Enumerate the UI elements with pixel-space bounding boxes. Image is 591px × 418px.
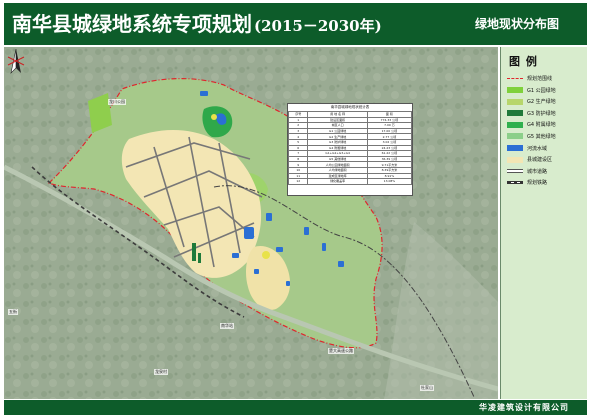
legend-label: 城市道路 [527, 168, 548, 175]
legend-item: G4 附属绿地 [507, 119, 585, 130]
legend-item: G5 其他绿地 [507, 131, 585, 142]
stats-table: 南华县城绿地现状统计表 序号 用 地 名 称 面 积 1 建设区面积 774.33 … [287, 103, 413, 196]
map-canvas [4, 47, 498, 399]
map-title-text: 南华县城绿地系统专项规划 [12, 12, 252, 36]
legend-swatch [507, 169, 523, 174]
map-title: 南华县城绿地系统专项规划 (2015－2030年) [12, 8, 382, 40]
label-expressway: 楚大高速公路 [328, 348, 354, 354]
legend-swatch [507, 110, 523, 117]
legend-label: G3 防护绿地 [527, 110, 556, 117]
legend-label: G4 附属绿地 [527, 122, 556, 129]
map-sheet: 南华县城绿地系统专项规划 (2015－2030年) 绿地现状分布图 南华县城绿地… [0, 0, 591, 418]
legend-item: G1 公园绿地 [507, 85, 585, 96]
stats-table-caption: 南华县城绿地现状统计表 [330, 105, 370, 109]
title-bar: 南华县城绿地系统专项规划 (2015－2030年) 绿地现状分布图 [4, 3, 587, 45]
legend-label: 河流水域 [527, 145, 548, 152]
legend-swatch [507, 145, 523, 152]
legend-label: G5 其他绿地 [527, 133, 556, 140]
legend-item: G2 生产绿地 [507, 96, 585, 107]
label-park: 龙川公园 [108, 99, 126, 105]
legend-label: G1 公园绿地 [527, 87, 556, 94]
legend-item: 县城建设区 [507, 154, 585, 165]
north-arrow-icon [7, 48, 25, 74]
table-row: 12 绿化覆盖率 13.08% [287, 178, 413, 185]
legend-item: 河流水域 [507, 143, 585, 154]
table-cell: 13.08% [366, 178, 413, 185]
legend-swatch [507, 87, 523, 94]
stats-grid: 序号 用 地 名 称 面 积 1 建设区面积 774.33 公顷 2 城区人口 7.00… [287, 111, 413, 185]
legend-item: 规划铁路 [507, 177, 585, 188]
table-cell: 绿化覆盖率 [307, 178, 368, 185]
legend-swatch [507, 156, 523, 163]
legend-label: 规划铁路 [527, 180, 548, 187]
label-station: 南华站 [220, 323, 234, 329]
map-title-years: (2015－2030年) [254, 17, 382, 35]
legend-label: 县城建设区 [527, 157, 553, 164]
legend-swatch [507, 133, 523, 140]
legend-title: 图 例 [509, 55, 538, 68]
company-name: 华凌建筑设计有限公司 [479, 403, 569, 412]
footer-bar: 华凌建筑设计有限公司 [4, 400, 587, 415]
legend-list: 规划范围线 G1 公园绿地 G2 生产绿地 G3 防护绿地 G4 附属绿地 G5 其他绿地… [507, 73, 585, 189]
label-south-left: 龙泉村 [154, 369, 168, 375]
legend-label: G2 生产绿地 [527, 99, 556, 106]
label-south-right: 杜家山 [420, 385, 434, 391]
legend-item: G3 防护绿地 [507, 108, 585, 119]
legend-item: 城市道路 [507, 166, 585, 177]
legend-swatch [507, 181, 523, 185]
legend-swatch [507, 98, 523, 105]
map-subtitle: 绿地现状分布图 [474, 17, 559, 31]
legend-swatch [507, 121, 523, 128]
legend-swatch [507, 78, 523, 79]
legend-item: 规划范围线 [507, 73, 585, 84]
table-cell: 12 [287, 178, 309, 185]
legend-label: 规划范围线 [527, 76, 553, 82]
label-west-town: 五街 [8, 309, 18, 315]
legend-panel: 图 例 规划范围线 G1 公园绿地 G2 生产绿地 G3 防护绿地 G4 附属绿地 G5 … [500, 47, 587, 399]
map-area[interactable]: 南华县城绿地现状统计表 序号 用 地 名 称 面 积 1 建设区面积 774.33 … [4, 47, 498, 399]
